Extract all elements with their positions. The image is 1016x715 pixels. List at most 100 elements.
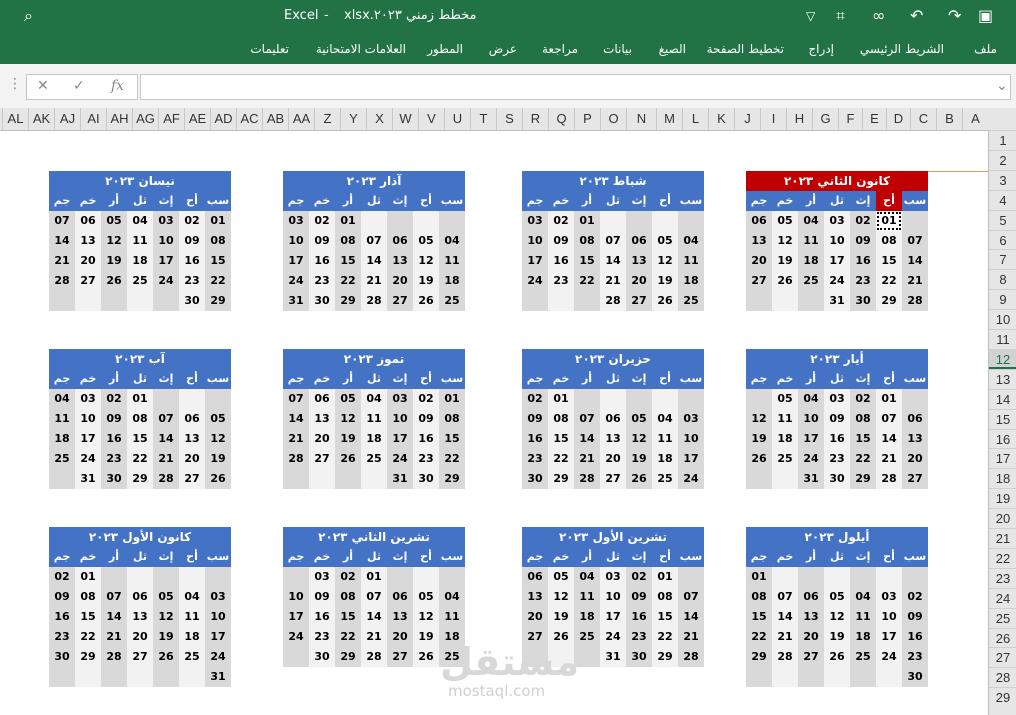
day-cell[interactable]: 25: [179, 647, 205, 667]
day-cell[interactable]: 10: [522, 231, 548, 251]
day-cell[interactable]: 26: [205, 469, 231, 489]
day-cell[interactable]: 21: [283, 429, 309, 449]
day-cell[interactable]: [49, 291, 75, 311]
ribbon-tab[interactable]: الشريط الرئيسي: [860, 42, 944, 56]
day-cell[interactable]: 29: [127, 469, 153, 489]
column-header[interactable]: D: [886, 108, 910, 130]
day-cell[interactable]: 16: [101, 429, 127, 449]
day-cell[interactable]: 30: [850, 291, 876, 311]
day-cell[interactable]: 01: [652, 567, 678, 587]
day-cell[interactable]: 19: [652, 271, 678, 291]
day-cell[interactable]: 06: [798, 587, 824, 607]
day-cell[interactable]: 09: [850, 231, 876, 251]
day-cell[interactable]: [101, 291, 127, 311]
undo-icon[interactable]: ↶: [910, 6, 923, 25]
day-cell[interactable]: 04: [652, 409, 678, 429]
day-cell[interactable]: 30: [413, 469, 439, 489]
day-cell[interactable]: 07: [283, 389, 309, 409]
day-cell[interactable]: 16: [179, 251, 205, 271]
day-cell[interactable]: 04: [678, 231, 704, 251]
day-cell[interactable]: 16: [309, 607, 335, 627]
day-cell[interactable]: 06: [179, 409, 205, 429]
day-cell[interactable]: 01: [335, 211, 361, 231]
day-cell[interactable]: 18: [678, 271, 704, 291]
day-cell[interactable]: 25: [127, 271, 153, 291]
day-cell[interactable]: 11: [361, 409, 387, 429]
day-cell[interactable]: 13: [387, 607, 413, 627]
day-cell[interactable]: 15: [205, 251, 231, 271]
column-header[interactable]: J: [734, 108, 760, 130]
day-cell[interactable]: 24: [600, 627, 626, 647]
day-cell[interactable]: 09: [902, 607, 928, 627]
day-cell[interactable]: 02: [309, 211, 335, 231]
day-cell[interactable]: 20: [127, 627, 153, 647]
day-cell[interactable]: 26: [413, 647, 439, 667]
day-cell[interactable]: 08: [850, 409, 876, 429]
day-cell[interactable]: 22: [205, 271, 231, 291]
day-cell[interactable]: 30: [522, 469, 548, 489]
day-cell[interactable]: 26: [626, 469, 652, 489]
day-cell[interactable]: 29: [335, 647, 361, 667]
day-cell[interactable]: 27: [626, 291, 652, 311]
day-cell[interactable]: [335, 469, 361, 489]
day-cell[interactable]: 27: [387, 291, 413, 311]
day-cell[interactable]: 09: [309, 587, 335, 607]
day-cell[interactable]: 03: [600, 567, 626, 587]
day-cell[interactable]: 14: [283, 409, 309, 429]
day-cell[interactable]: 01: [205, 211, 231, 231]
day-cell[interactable]: 11: [574, 587, 600, 607]
day-cell[interactable]: 20: [387, 271, 413, 291]
day-cell[interactable]: 05: [413, 587, 439, 607]
day-cell[interactable]: 22: [746, 627, 772, 647]
row-header[interactable]: 28: [989, 667, 1016, 687]
day-cell[interactable]: [678, 389, 704, 409]
day-cell[interactable]: [49, 469, 75, 489]
day-cell[interactable]: 03: [75, 389, 101, 409]
day-cell[interactable]: 02: [179, 211, 205, 231]
day-cell[interactable]: 09: [101, 409, 127, 429]
day-cell[interactable]: 19: [746, 429, 772, 449]
day-cell[interactable]: 18: [179, 627, 205, 647]
row-header[interactable]: 1: [989, 130, 1016, 150]
day-cell[interactable]: 30: [49, 647, 75, 667]
day-cell[interactable]: 15: [746, 607, 772, 627]
day-cell[interactable]: 24: [75, 449, 101, 469]
day-cell[interactable]: 15: [574, 251, 600, 271]
day-cell[interactable]: 28: [902, 291, 928, 311]
day-cell[interactable]: 02: [626, 567, 652, 587]
day-cell[interactable]: [798, 291, 824, 311]
row-header[interactable]: 17: [989, 448, 1016, 468]
column-header[interactable]: AI: [80, 108, 106, 130]
column-header[interactable]: L: [682, 108, 708, 130]
day-cell[interactable]: 31: [75, 469, 101, 489]
day-cell[interactable]: 28: [876, 469, 902, 489]
day-cell[interactable]: 29: [205, 291, 231, 311]
day-cell[interactable]: 14: [902, 251, 928, 271]
day-cell[interactable]: [902, 389, 928, 409]
day-cell[interactable]: 04: [574, 567, 600, 587]
day-cell[interactable]: 22: [652, 627, 678, 647]
day-cell[interactable]: [75, 291, 101, 311]
day-cell[interactable]: 17: [678, 449, 704, 469]
day-cell[interactable]: 31: [798, 469, 824, 489]
day-cell[interactable]: 07: [49, 211, 75, 231]
day-cell[interactable]: 04: [179, 587, 205, 607]
day-cell[interactable]: 16: [309, 251, 335, 271]
day-cell[interactable]: 29: [652, 647, 678, 667]
day-cell[interactable]: 09: [309, 231, 335, 251]
day-cell[interactable]: 21: [902, 271, 928, 291]
day-cell[interactable]: 05: [772, 389, 798, 409]
day-cell[interactable]: 02: [49, 567, 75, 587]
day-cell[interactable]: 11: [652, 429, 678, 449]
day-cell[interactable]: [746, 291, 772, 311]
day-cell[interactable]: 18: [574, 607, 600, 627]
day-cell[interactable]: 23: [101, 449, 127, 469]
day-cell[interactable]: 22: [335, 271, 361, 291]
column-header[interactable]: Q: [548, 108, 574, 130]
day-cell[interactable]: 12: [652, 251, 678, 271]
day-cell[interactable]: 10: [205, 607, 231, 627]
day-cell[interactable]: [361, 469, 387, 489]
day-cell[interactable]: 07: [772, 587, 798, 607]
day-cell[interactable]: 24: [387, 449, 413, 469]
day-cell[interactable]: 22: [876, 271, 902, 291]
